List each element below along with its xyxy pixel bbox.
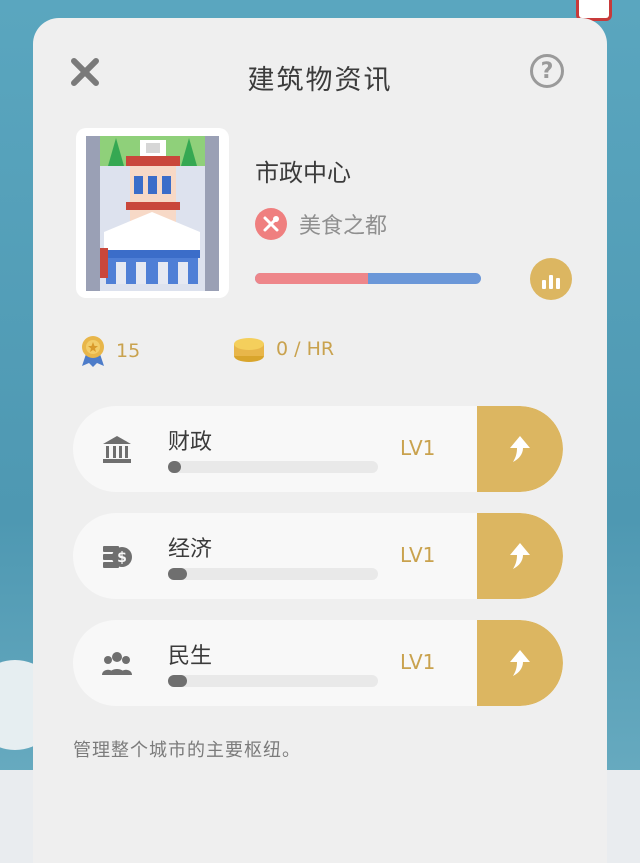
upgrade-finance-button[interactable]: [477, 406, 563, 492]
building-info-panel: 建筑物资讯 ? 市政中心 美食之都 15 0 / HR 财政 LV1 $ 经济 …: [33, 18, 607, 863]
upgrade-arrow-icon: [510, 650, 530, 676]
city-hall-illustration: [86, 136, 219, 291]
attribute-progress-fill: [168, 568, 187, 580]
attribute-name: 财政: [168, 430, 213, 455]
building-name: 市政中心: [255, 159, 351, 187]
attribute-row-finance: 财政 LV1: [73, 406, 563, 492]
attribute-progress-track: [168, 461, 378, 473]
attribute-name: 经济: [168, 537, 213, 562]
bar-chart-icon-bar: [549, 275, 553, 289]
bar-chart-icon: [542, 280, 546, 289]
medal-value: 15: [116, 340, 141, 362]
upgrade-livelihood-button[interactable]: [477, 620, 563, 706]
coin-rate-counter: 0 / HR: [232, 334, 334, 364]
attribute-progress-track: [168, 675, 378, 687]
bar-chart-icon-bar: [556, 278, 560, 289]
fork-spoon-icon: [255, 208, 287, 240]
panel-title: 建筑物资讯: [247, 65, 393, 96]
building-category-tag: 美食之都: [255, 208, 387, 240]
medal-icon: [82, 336, 104, 367]
attribute-level: LV1: [400, 650, 436, 674]
question-mark-icon: ?: [540, 58, 554, 84]
attribute-progress-fill: [168, 461, 181, 473]
statistics-button[interactable]: [530, 258, 572, 300]
help-button[interactable]: ?: [530, 54, 564, 88]
upgrade-arrow-icon: [510, 543, 530, 569]
upgrade-economy-button[interactable]: [477, 513, 563, 599]
building-description: 管理整个城市的主要枢纽。: [73, 740, 301, 761]
svg-text:$: $: [117, 550, 127, 566]
people-icon: [102, 652, 132, 675]
balance-bar: [255, 273, 481, 284]
upgrade-arrow-icon: [510, 436, 530, 462]
attribute-progress-fill: [168, 675, 187, 687]
attribute-level: LV1: [400, 543, 436, 567]
attribute-row-livelihood: 民生 LV1: [73, 620, 563, 706]
money-icon: $: [103, 546, 132, 568]
medal-counter: 15: [80, 334, 140, 368]
attribute-name: 民生: [168, 644, 213, 669]
attribute-row-economy: $ 经济 LV1: [73, 513, 563, 599]
bank-icon: [103, 436, 131, 463]
balance-bar-red-segment: [255, 273, 368, 284]
coin-rate-value: 0 / HR: [276, 338, 335, 360]
attribute-level: LV1: [400, 436, 436, 460]
coin-stack-icon: [234, 338, 264, 362]
attribute-progress-track: [168, 568, 378, 580]
category-label: 美食之都: [299, 214, 388, 239]
building-thumbnail: [76, 128, 229, 298]
